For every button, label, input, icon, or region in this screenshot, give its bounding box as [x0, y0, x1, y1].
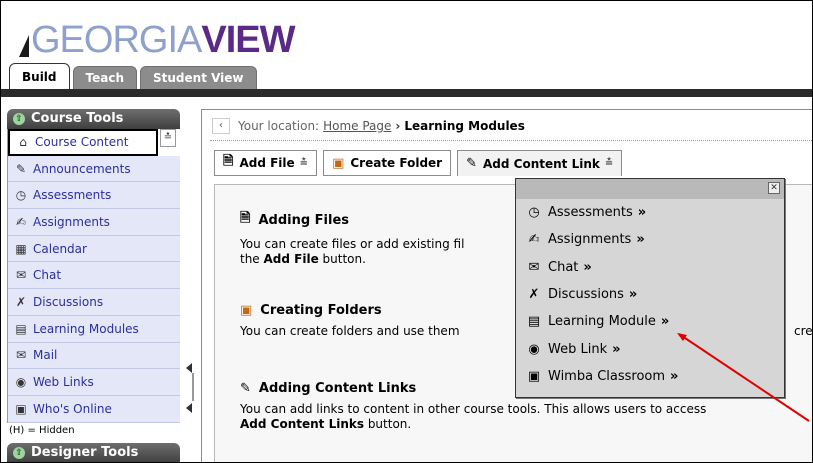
menu-item-discussions[interactable]: ✗ Discussions» — [516, 281, 784, 308]
menu-item-assessments[interactable]: ◷ Assessments» — [516, 199, 784, 226]
course-tools-sidebar: ⇧ Course Tools ≛ ⌂ Course Content ✎ Anno… — [7, 109, 180, 462]
back-arrow-icon[interactable]: ‹ — [212, 118, 230, 134]
section-title: Adding Files — [258, 212, 350, 228]
breadcrumb-divider — [210, 140, 812, 141]
assessments-icon: ◷ — [15, 188, 27, 203]
sidebar-item-chat[interactable]: ✉ Chat — [8, 262, 180, 290]
menu-item-wimba-classroom[interactable]: ▣ Wimba Classroom» — [516, 363, 784, 390]
file-icon: 🗎 — [240, 211, 251, 226]
collapse-section-icon[interactable]: ⇧ — [13, 113, 25, 125]
close-icon[interactable]: ✕ — [768, 182, 780, 194]
folder-icon: ▣ — [240, 303, 253, 318]
discussions-icon: ✗ — [15, 294, 27, 309]
web-links-icon: ◉ — [15, 375, 27, 390]
web-link-icon: ◉ — [528, 341, 540, 357]
menu-titlebar: ✕ — [516, 179, 784, 199]
breadcrumb: ‹ Your location: Home Page › Learning Mo… — [212, 118, 525, 134]
sidebar-resize-handle[interactable] — [186, 363, 198, 413]
section-title: Creating Folders — [260, 303, 382, 318]
menu-item-learning-module[interactable]: ▤ Learning Module» — [516, 308, 784, 335]
expand-menu-icon[interactable]: ≛ — [160, 129, 176, 147]
create-folder-button[interactable]: ▣ Create Folder — [323, 150, 452, 176]
mail-icon: ✉ — [15, 348, 27, 363]
tab-teach[interactable]: Teach — [72, 66, 137, 90]
sidebar-item-whos-online[interactable]: ▣ Who's Online — [8, 395, 180, 423]
course-content-icon: ⌂ — [19, 135, 27, 150]
sidebar-item-calendar[interactable]: ▦ Calendar — [8, 235, 180, 263]
chat-icon: ✉ — [15, 268, 27, 283]
sidebar-item-mail[interactable]: ✉ Mail — [8, 342, 180, 370]
content-link-icon: ✎ — [240, 381, 251, 396]
menu-item-web-link[interactable]: ◉ Web Link» — [516, 335, 784, 362]
file-icon: 🗎 — [223, 154, 234, 169]
folder-icon: ▣ — [332, 155, 345, 171]
section-title: Adding Content Links — [258, 381, 417, 396]
collapse-section-icon[interactable]: ⇧ — [13, 446, 25, 459]
learning-module-icon: ▤ — [527, 314, 541, 330]
course-tools-header[interactable]: ⇧ Course Tools — [7, 109, 180, 129]
discussions-icon: ✗ — [528, 287, 540, 303]
chat-icon: ✉ — [528, 259, 540, 275]
logo-mark-icon — [19, 35, 29, 57]
add-content-link-button[interactable]: ✎ Add Content Link ≛ — [457, 150, 623, 176]
assignments-icon: ✍ — [528, 232, 540, 248]
add-content-link-menu: ✕ ◷ Assessments» ✍ Assignments» ✉ Chat» … — [515, 178, 785, 398]
hidden-legend: (H) = Hidden — [9, 424, 75, 436]
announcements-icon: ✎ — [15, 161, 27, 176]
collapse-left-icon[interactable] — [186, 363, 192, 373]
tab-bar-divider — [1, 89, 812, 97]
tab-student-view[interactable]: Student View — [140, 66, 257, 90]
wimba-classroom-icon: ▣ — [527, 368, 541, 384]
lms-window: GEORGIAVIEW Build Teach Student View ⇧ C… — [0, 0, 813, 463]
sidebar-item-assessments[interactable]: ◷ Assessments — [8, 182, 180, 210]
designer-tools-header[interactable]: ⇧ Designer Tools — [7, 442, 180, 462]
assignments-icon: ✍ — [15, 214, 27, 229]
learning-modules-icon: ▤ — [15, 321, 27, 336]
assessments-icon: ◷ — [528, 205, 540, 221]
sidebar-item-course-content[interactable]: ⌂ Course Content — [8, 129, 158, 156]
calendar-icon: ▦ — [15, 241, 27, 256]
dropdown-icon: ≛ — [604, 158, 614, 169]
resize-bar[interactable] — [192, 373, 194, 401]
breadcrumb-home-link[interactable]: Home Page — [323, 119, 391, 133]
add-file-button[interactable]: 🗎 Add File ≛ — [214, 150, 318, 176]
dropdown-icon: ≛ — [299, 157, 309, 169]
content-link-icon: ✎ — [466, 156, 477, 171]
menu-item-assignments[interactable]: ✍ Assignments» — [516, 226, 784, 253]
tab-build[interactable]: Build — [9, 63, 70, 90]
georgiaview-logo: GEORGIAVIEW — [19, 9, 296, 59]
sidebar-item-announcements[interactable]: ✎ Announcements — [8, 155, 180, 183]
sidebar-item-web-links[interactable]: ◉ Web Links — [8, 369, 180, 396]
menu-item-chat[interactable]: ✉ Chat» — [516, 254, 784, 281]
sidebar-item-assignments[interactable]: ✍ Assignments — [8, 209, 180, 236]
sidebar-item-discussions[interactable]: ✗ Discussions — [8, 289, 180, 316]
whos-online-icon: ▣ — [15, 401, 27, 416]
collapse-left-icon[interactable] — [186, 403, 192, 413]
breadcrumb-current: Learning Modules — [404, 119, 525, 133]
content-toolbar: 🗎 Add File ≛ ▣ Create Folder ✎ Add Conte… — [214, 150, 628, 176]
course-tools-list: ⌂ Course Content ✎ Announcements ◷ Asses… — [7, 129, 180, 423]
mode-tabs: Build Teach Student View — [9, 63, 260, 90]
sidebar-item-learning-modules[interactable]: ▤ Learning Modules — [8, 315, 180, 343]
